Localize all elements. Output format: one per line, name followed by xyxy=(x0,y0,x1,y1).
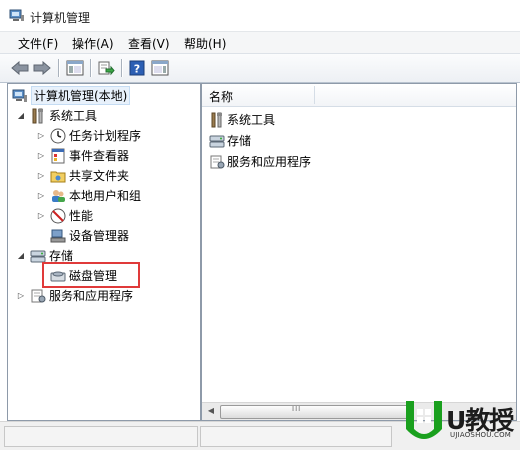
device-manager-icon xyxy=(49,228,66,244)
list-item-label: 存储 xyxy=(227,134,252,148)
tree-item-task-scheduler[interactable]: ▷ 任务计划程序 xyxy=(36,126,141,145)
tree-item-computer-management[interactable]: 计算机管理(本地) xyxy=(11,86,131,105)
expand-arrow-icon[interactable]: ▷ xyxy=(36,131,46,140)
computer-management-icon xyxy=(11,88,28,104)
list-item[interactable]: 存储 xyxy=(208,131,251,150)
export-list-icon[interactable] xyxy=(96,58,116,78)
services-icon xyxy=(208,154,225,170)
computer-management-icon xyxy=(9,9,25,22)
toolbar: ? xyxy=(0,53,520,83)
storage-icon xyxy=(208,133,225,149)
shared-folder-icon xyxy=(49,168,66,184)
tree-label: 服务和应用程序 xyxy=(49,289,134,303)
event-viewer-icon xyxy=(49,148,66,164)
system-tools-icon xyxy=(208,112,225,128)
list-item[interactable]: 系统工具 xyxy=(208,110,275,129)
tree-label: 性能 xyxy=(69,209,94,223)
results-pane: 名称 系统工具 存储 服务和应用程序 ◀ III xyxy=(201,83,517,421)
scrollbar-thumb[interactable] xyxy=(220,405,414,419)
tree-label: 系统工具 xyxy=(49,109,98,123)
help-icon[interactable]: ? xyxy=(127,58,147,78)
tree-item-system-tools[interactable]: ◢ 系统工具 xyxy=(16,106,97,125)
expand-arrow-icon[interactable]: ▷ xyxy=(36,151,46,160)
window-title: 计算机管理 xyxy=(30,11,91,25)
expand-arrow-icon[interactable]: ▷ xyxy=(36,171,46,180)
tree-item-device-manager[interactable]: 设备管理器 xyxy=(36,226,129,245)
watermark-url: UJIAOSHOU.COM xyxy=(450,431,512,439)
scrollbar-grip: III xyxy=(292,405,302,413)
back-icon[interactable] xyxy=(10,58,30,78)
tree-label: 设备管理器 xyxy=(69,229,130,243)
show-hide-action-pane-icon[interactable] xyxy=(150,58,170,78)
tree-label: 共享文件夹 xyxy=(69,169,130,183)
console-tree: 计算机管理(本地) ◢ 系统工具 ▷ 任务计划程序 ▷ 事件查看器 ▷ 共享文件… xyxy=(7,83,201,421)
list-item[interactable]: 服务和应用程序 xyxy=(208,152,311,171)
highlight-box xyxy=(42,262,140,288)
list-item-label: 系统工具 xyxy=(227,113,276,127)
tree-label: 本地用户和组 xyxy=(69,189,142,203)
performance-icon xyxy=(49,208,66,224)
users-icon xyxy=(49,188,66,204)
tree-label: 任务计划程序 xyxy=(69,129,142,143)
menu-help[interactable]: 帮助(H) xyxy=(182,35,228,52)
tree-item-shared-folders[interactable]: ▷ 共享文件夹 xyxy=(36,166,129,185)
collapse-arrow-icon[interactable]: ◢ xyxy=(16,111,26,120)
collapse-arrow-icon[interactable]: ◢ xyxy=(16,251,26,260)
tree-item-event-viewer[interactable]: ▷ 事件查看器 xyxy=(36,146,129,165)
show-hide-tree-icon[interactable] xyxy=(65,58,85,78)
tree-label: 计算机管理(本地) xyxy=(31,86,131,105)
services-icon xyxy=(29,288,46,304)
tree-label: 事件查看器 xyxy=(69,149,130,163)
tree-item-local-users[interactable]: ▷ 本地用户和组 xyxy=(36,186,141,205)
scroll-left-icon[interactable]: ◀ xyxy=(206,406,216,416)
status-cell xyxy=(200,426,392,447)
menu-file[interactable]: 文件(F) xyxy=(16,35,60,52)
status-cell xyxy=(4,426,198,447)
watermark: U教授 UJIAOSHOU.COM xyxy=(400,393,520,449)
expand-arrow-icon[interactable]: ▷ xyxy=(16,291,26,300)
clock-icon xyxy=(49,128,66,144)
menu-action[interactable]: 操作(A) xyxy=(70,35,116,52)
svg-text:?: ? xyxy=(134,63,140,76)
expand-arrow-icon[interactable]: ▷ xyxy=(36,191,46,200)
toolbar-separator xyxy=(58,59,60,77)
toolbar-separator xyxy=(90,59,92,77)
expand-arrow-icon[interactable]: ▷ xyxy=(36,211,46,220)
tree-item-services-apps[interactable]: ▷ 服务和应用程序 xyxy=(16,286,133,305)
column-divider[interactable] xyxy=(314,86,315,104)
system-tools-icon xyxy=(29,108,46,124)
tree-item-performance[interactable]: ▷ 性能 xyxy=(36,206,93,225)
column-label: 名称 xyxy=(209,90,234,104)
menu-view[interactable]: 查看(V) xyxy=(126,35,172,52)
column-header-name[interactable]: 名称 xyxy=(202,84,516,107)
list-item-label: 服务和应用程序 xyxy=(227,155,312,169)
forward-icon[interactable] xyxy=(32,58,52,78)
toolbar-separator xyxy=(121,59,123,77)
title-bar: 计算机管理 xyxy=(0,0,520,31)
menu-bar: 文件(F) 操作(A) 查看(V) 帮助(H) xyxy=(0,31,520,54)
watermark-logo-icon xyxy=(406,401,442,439)
